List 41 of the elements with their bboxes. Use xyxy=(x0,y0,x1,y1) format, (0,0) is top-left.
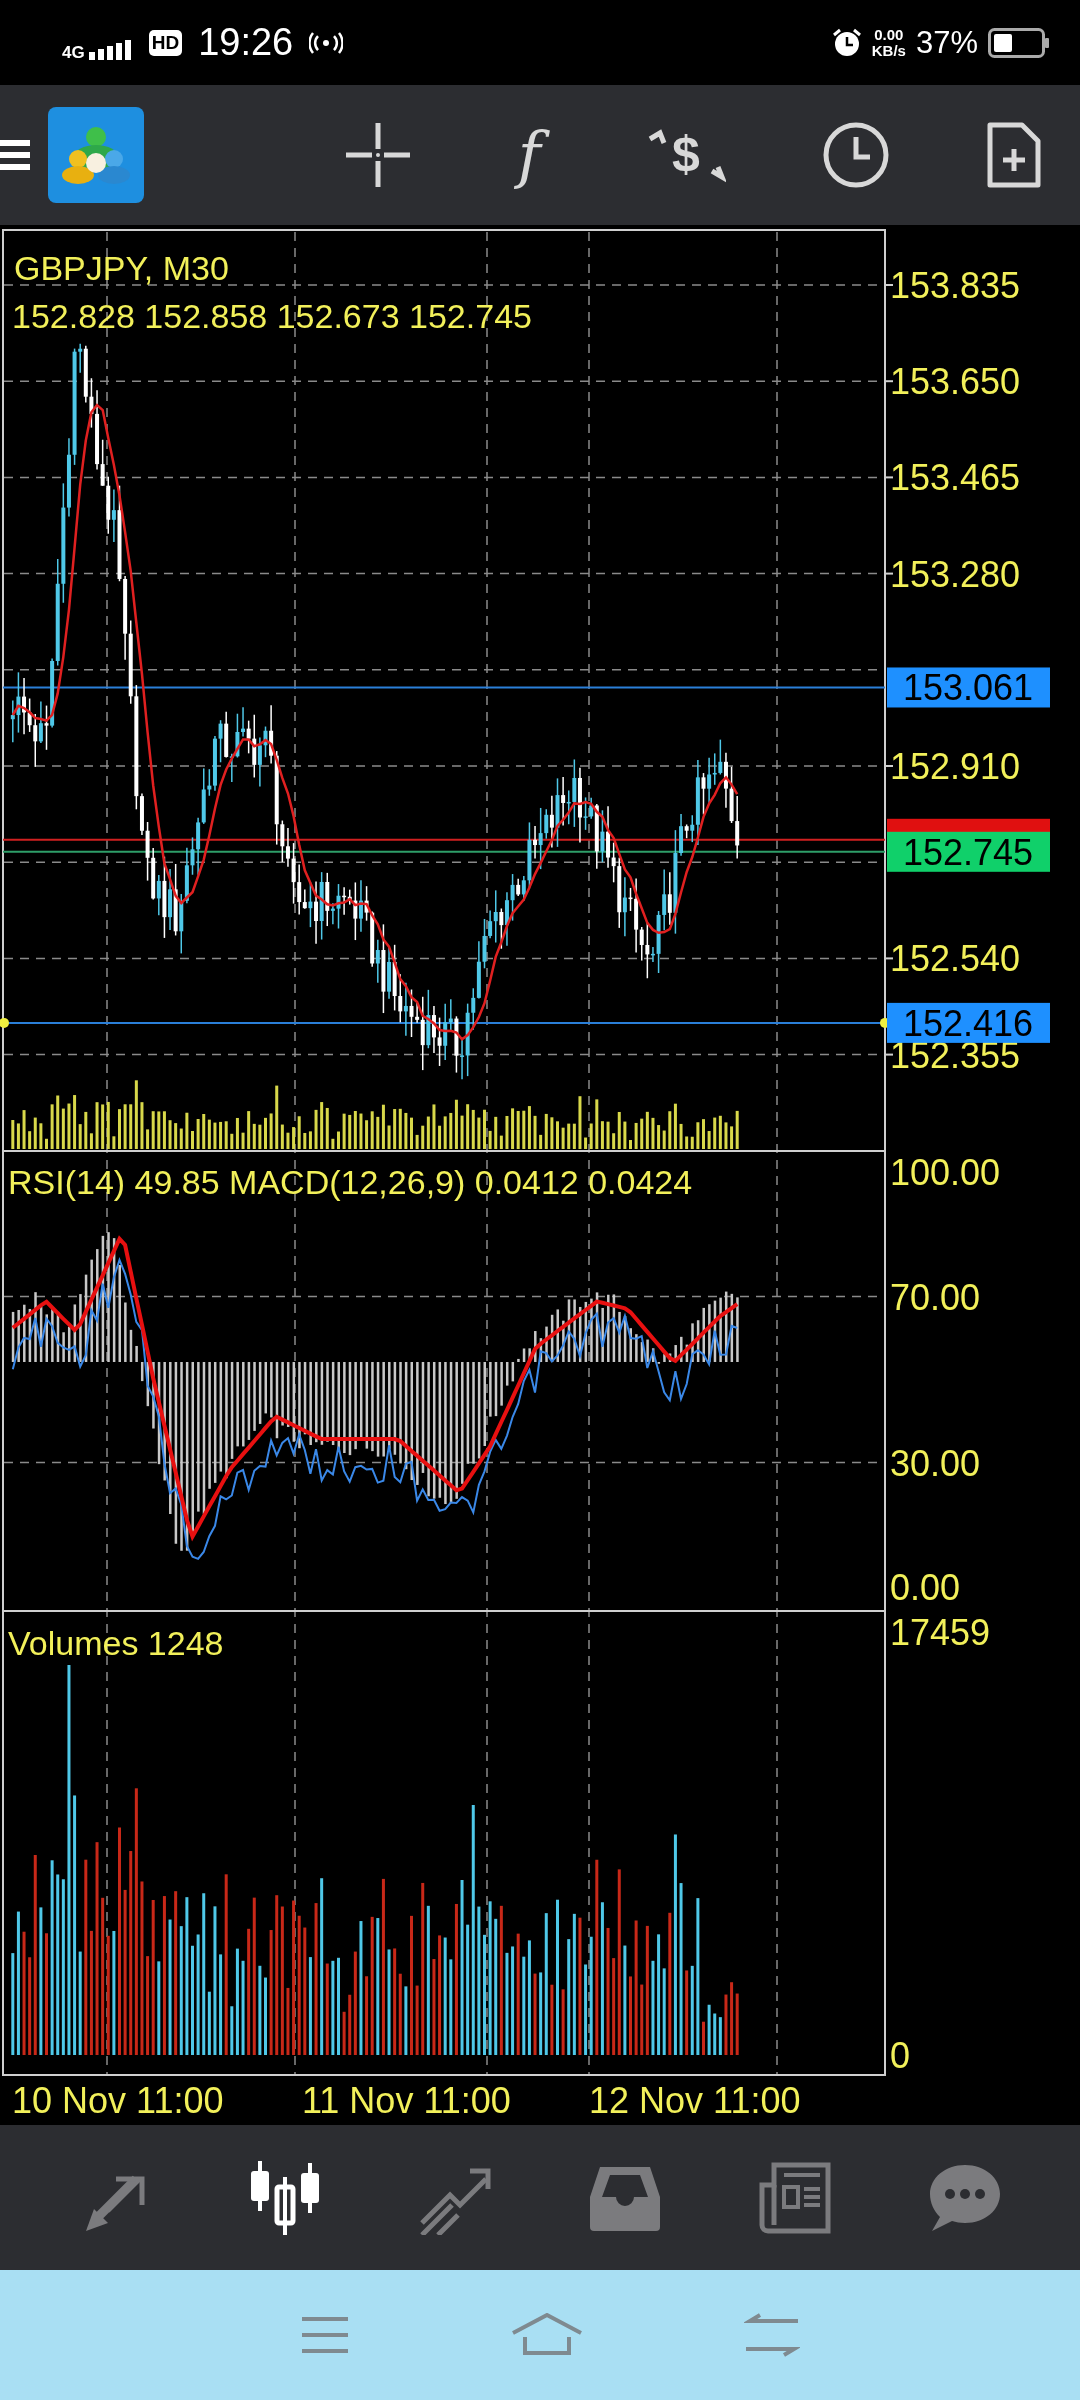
alarm-icon xyxy=(831,27,862,58)
price-axis-label: 153.835 xyxy=(890,265,1021,306)
ohlc-values: 152.828 152.858 152.673 152.745 xyxy=(12,297,532,335)
new-document-icon[interactable] xyxy=(985,121,1042,189)
app-logo-icon[interactable] xyxy=(48,107,144,203)
candlestick-icon xyxy=(248,2160,322,2235)
price-axis-label: 153.280 xyxy=(890,553,1021,595)
volume-axis-label: 17459 xyxy=(890,1612,991,1653)
price-axis-label: 152.910 xyxy=(890,746,1021,787)
indicators-button[interactable]: f xyxy=(507,121,551,189)
back-icon[interactable] xyxy=(743,2313,800,2357)
price-axis-label: 153.650 xyxy=(890,361,1021,403)
price-axis-label: 152.540 xyxy=(890,938,1021,980)
price-axis-label: 153.465 xyxy=(890,457,1021,499)
time-axis-label: 10 Nov 11:00 xyxy=(12,2080,224,2121)
volume-title: Volumes 1248 xyxy=(8,1624,224,1662)
clock-time: 19:26 xyxy=(198,21,294,64)
time-axis-label: 11 Nov 11:00 xyxy=(302,2080,511,2121)
indicator-axis-label: 30.00 xyxy=(890,1442,981,1484)
newspaper-icon xyxy=(758,2160,832,2235)
indicator-axis-label: 0.00 xyxy=(890,1567,961,1608)
menu-icon[interactable] xyxy=(0,138,32,172)
crosshair-icon[interactable] xyxy=(344,121,412,189)
battery-percent: 37% xyxy=(915,24,978,61)
battery-icon xyxy=(988,27,1050,58)
speed-value: 0.00 xyxy=(874,26,904,43)
indicator-axis-label: 100.00 xyxy=(890,1152,1001,1193)
hd-badge: HD xyxy=(148,29,183,56)
price-marker: 152.416 xyxy=(887,1002,1050,1044)
hotspot-icon xyxy=(309,31,344,54)
time-axis-label: 12 Nov 11:00 xyxy=(589,2080,801,2121)
home-icon[interactable] xyxy=(511,2313,583,2357)
network-type: 4G xyxy=(62,43,85,63)
volume-axis-label: 0 xyxy=(890,2035,911,2076)
indicator-axis-label: 70.00 xyxy=(890,1276,981,1318)
symbol-timeframe: GBPJPY, M30 xyxy=(14,249,229,287)
speed-unit: KB/s xyxy=(871,42,906,59)
price-marker: 153.061 xyxy=(887,667,1050,709)
indicator-title: RSI(14) 49.85 MACD(12,26,9) 0.0412 0.0424 xyxy=(8,1163,693,1201)
price-marker: 152.745 xyxy=(887,831,1050,873)
clock-icon[interactable] xyxy=(822,121,891,189)
